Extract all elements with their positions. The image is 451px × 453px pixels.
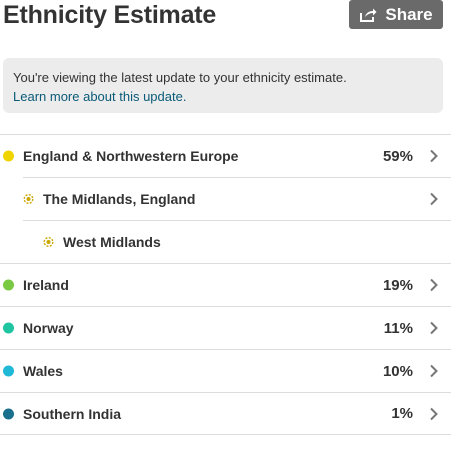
region-row-wales[interactable]: Wales 10%: [0, 349, 451, 392]
chevron-right-icon: [430, 192, 438, 206]
region-percent: 19%: [382, 276, 413, 294]
region-name: The Midlands, England: [43, 191, 196, 207]
region-name: West Midlands: [63, 234, 161, 250]
chevron-right-icon: [430, 321, 438, 335]
region-row-midlands[interactable]: The Midlands, England: [23, 177, 451, 220]
region-percent: 11%: [383, 319, 413, 337]
region-color-dot: [3, 365, 14, 377]
share-button[interactable]: Share: [349, 0, 443, 29]
region-name: Southern India: [23, 405, 121, 422]
region-color-dot: [3, 279, 14, 291]
region-percent: 1%: [391, 405, 413, 422]
notice-text: You're viewing the latest update to your…: [13, 70, 347, 85]
community-ring-dot-icon: [23, 193, 34, 205]
region-color-dot: [3, 322, 14, 334]
region-name: Ireland: [23, 277, 69, 293]
chevron-right-icon: [430, 278, 438, 292]
region-percent: 10%: [382, 362, 413, 380]
region-row-west-midlands: West Midlands: [23, 220, 451, 263]
region-name: Wales: [23, 363, 63, 379]
region-percent: 59%: [382, 147, 413, 165]
region-row-southern-india[interactable]: Southern India 1%: [0, 392, 451, 435]
region-row-norway[interactable]: Norway 11%: [0, 306, 451, 349]
community-ring-dot-icon: [43, 236, 54, 248]
page-title: Ethnicity Estimate: [3, 1, 217, 29]
share-label: Share: [385, 4, 433, 24]
chevron-right-icon: [430, 149, 438, 163]
chevron-right-icon: [430, 364, 438, 378]
share-icon: [359, 7, 377, 23]
region-name: England & Northwestern Europe: [23, 148, 239, 164]
region-name: Norway: [23, 320, 74, 336]
region-row-england-nw-europe[interactable]: England & Northwestern Europe 59%: [0, 134, 451, 177]
ethnicity-region-list: England & Northwestern Europe 59% The Mi…: [0, 134, 451, 435]
region-color-dot: [3, 150, 14, 162]
learn-more-link[interactable]: Learn more about this update.: [13, 87, 433, 106]
update-notice: You're viewing the latest update to your…: [3, 58, 443, 113]
chevron-right-icon: [430, 407, 438, 420]
region-row-ireland[interactable]: Ireland 19%: [0, 263, 451, 306]
region-color-dot: [3, 408, 14, 419]
